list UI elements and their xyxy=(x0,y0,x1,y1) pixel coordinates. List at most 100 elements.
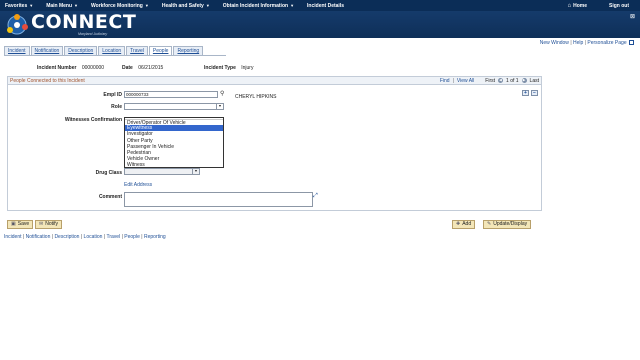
footer-link-location[interactable]: Location xyxy=(84,234,103,240)
tab-incident[interactable]: Incident xyxy=(4,46,30,55)
incident-number-group: Incident Number 00000000 xyxy=(37,65,104,71)
banner: CONNECT Maryland Judiciary ⊠ xyxy=(0,11,640,38)
expand-text-icon[interactable]: ⤢ xyxy=(313,193,318,200)
comment-label: Comment xyxy=(98,194,122,200)
grid-header: People Connected to this Incident Find |… xyxy=(8,77,541,85)
witnesses-confirmation-label: Witnesses Confirmation xyxy=(64,117,122,123)
signout-link[interactable]: Sign out xyxy=(604,3,634,9)
save-label: Save xyxy=(17,221,30,227)
tab-notification[interactable]: Notification xyxy=(30,46,64,55)
tab-underline xyxy=(4,55,226,56)
add-label: Add xyxy=(462,221,472,227)
nav-health-safety-label: Health and Safety xyxy=(161,2,204,9)
brand-subtitle: Maryland Judiciary xyxy=(78,32,108,36)
find-link[interactable]: Find xyxy=(440,78,450,84)
utility-links: New Window | Help | Personalize Page xyxy=(540,40,634,46)
chevron-down-icon: ▼ xyxy=(29,3,34,8)
add-button[interactable]: ✚ Add xyxy=(452,220,476,229)
footer-link-description[interactable]: Description xyxy=(54,234,79,240)
add-icon: ✚ xyxy=(456,221,461,227)
nav-workforce-monitoring[interactable]: Workforce Monitoring ▼ xyxy=(83,3,154,9)
nav-favorites[interactable]: Favorites ▼ xyxy=(0,3,38,9)
incident-number-label: Incident Number xyxy=(37,65,77,71)
role-dropdown-list: Driver/Operator Of Vehicle Eyewitness In… xyxy=(124,117,224,168)
next-icon[interactable]: ▶ xyxy=(521,78,527,83)
add-row-icon[interactable]: + xyxy=(522,90,529,96)
nav-incident-details-label: Incident Details xyxy=(307,2,344,9)
footer-links: Incident | Notification | Description | … xyxy=(4,234,166,240)
previous-icon[interactable]: ◀ xyxy=(498,78,504,83)
incident-number-value: 00000000 xyxy=(81,65,105,71)
footer-link-people[interactable]: People xyxy=(124,234,140,240)
lookup-icon[interactable]: ⚲ xyxy=(220,90,224,97)
first-label[interactable]: First xyxy=(485,78,495,84)
employee-name: CHERYL HIPKINS xyxy=(235,94,277,100)
notify-label: Notify xyxy=(45,221,58,227)
chevron-down-icon: ▼ xyxy=(74,3,79,8)
chevron-down-icon: ▼ xyxy=(290,3,295,8)
footer-link-reporting[interactable]: Reporting xyxy=(144,234,166,240)
date-group: Date 06/21/2015 xyxy=(122,65,163,71)
brand-name: CONNECT xyxy=(31,11,137,33)
date-label: Date xyxy=(122,65,133,71)
incident-type-label: Incident Type xyxy=(204,65,236,71)
edit-address-link[interactable]: Edit Address xyxy=(124,182,152,188)
view-all-link[interactable]: View All xyxy=(457,78,474,84)
tab-description[interactable]: Description xyxy=(64,46,98,55)
separator: | xyxy=(452,77,454,84)
notify-icon: ✉ xyxy=(39,221,44,227)
empl-id-label: Empl ID xyxy=(103,92,122,98)
top-nav-bar: Favorites ▼ Main Menu ▼ Workforce Monitori… xyxy=(0,0,640,11)
separator: | xyxy=(103,234,106,240)
nav-incident-details[interactable]: Incident Details xyxy=(299,3,349,9)
footer-link-travel[interactable]: Travel xyxy=(106,234,120,240)
drug-class-label: Drug Class xyxy=(95,170,122,176)
tab-reporting[interactable]: Reporting xyxy=(173,46,204,55)
help-link[interactable]: Help xyxy=(573,40,583,46)
incident-type-value: Injury xyxy=(241,65,254,71)
signout-label: Sign out xyxy=(609,2,629,9)
separator: | xyxy=(141,234,143,240)
nav-health-safety[interactable]: Health and Safety ▼ xyxy=(154,3,215,9)
notify-button[interactable]: ✉ Notify xyxy=(35,220,62,229)
connect-logo-icon xyxy=(7,14,28,35)
new-window-link[interactable]: New Window xyxy=(540,40,569,46)
save-button[interactable]: ▣ Save xyxy=(7,220,34,229)
home-label: Home xyxy=(573,2,587,9)
nav-workforce-label: Workforce Monitoring xyxy=(91,2,143,9)
collapse-icon[interactable]: ⊠ xyxy=(630,13,635,20)
last-label[interactable]: Last xyxy=(530,78,539,84)
chevron-down-icon[interactable]: ▼ xyxy=(216,104,223,109)
update-label: Update/Display xyxy=(493,221,528,227)
home-link[interactable]: ⌂ Home xyxy=(562,3,592,9)
separator: | xyxy=(584,40,587,46)
footer-link-incident[interactable]: Incident xyxy=(4,234,22,240)
personalize-icon[interactable] xyxy=(629,40,634,46)
footer-link-notification[interactable]: Notification xyxy=(26,234,51,240)
tab-travel[interactable]: Travel xyxy=(126,46,148,55)
separator: | xyxy=(80,234,83,240)
separator: | xyxy=(121,234,123,240)
tab-location[interactable]: Location xyxy=(98,46,126,55)
drug-class-select: ▼ xyxy=(124,168,200,175)
comment-textarea[interactable] xyxy=(124,192,313,207)
separator: | xyxy=(51,234,54,240)
row-controls: + − xyxy=(522,90,538,96)
nav-main-menu[interactable]: Main Menu ▼ xyxy=(38,3,83,9)
tab-people[interactable]: People xyxy=(148,46,173,55)
role-select[interactable]: ▼ xyxy=(124,103,224,110)
empl-id-input[interactable]: 000000733 xyxy=(124,91,218,98)
personalize-page-link[interactable]: Personalize Page xyxy=(587,40,626,46)
separator: | xyxy=(22,234,25,240)
update-icon: ✎ xyxy=(487,221,492,227)
nav-obtain-incident[interactable]: Obtain Incident Information ▼ xyxy=(215,3,299,9)
nav-favorites-label: Favorites xyxy=(5,2,28,9)
chevron-down-icon: ▼ xyxy=(144,3,149,8)
delete-row-icon[interactable]: − xyxy=(531,90,538,96)
page-tabs: Incident Notification Description Locati… xyxy=(4,46,204,55)
update-display-button[interactable]: ✎ Update/Display xyxy=(483,220,532,229)
grid-title: People Connected to this Incident xyxy=(10,77,85,84)
save-icon: ▣ xyxy=(11,221,16,227)
row-counter: 1 of 1 xyxy=(506,77,519,84)
chevron-down-icon: ▼ xyxy=(205,3,210,8)
